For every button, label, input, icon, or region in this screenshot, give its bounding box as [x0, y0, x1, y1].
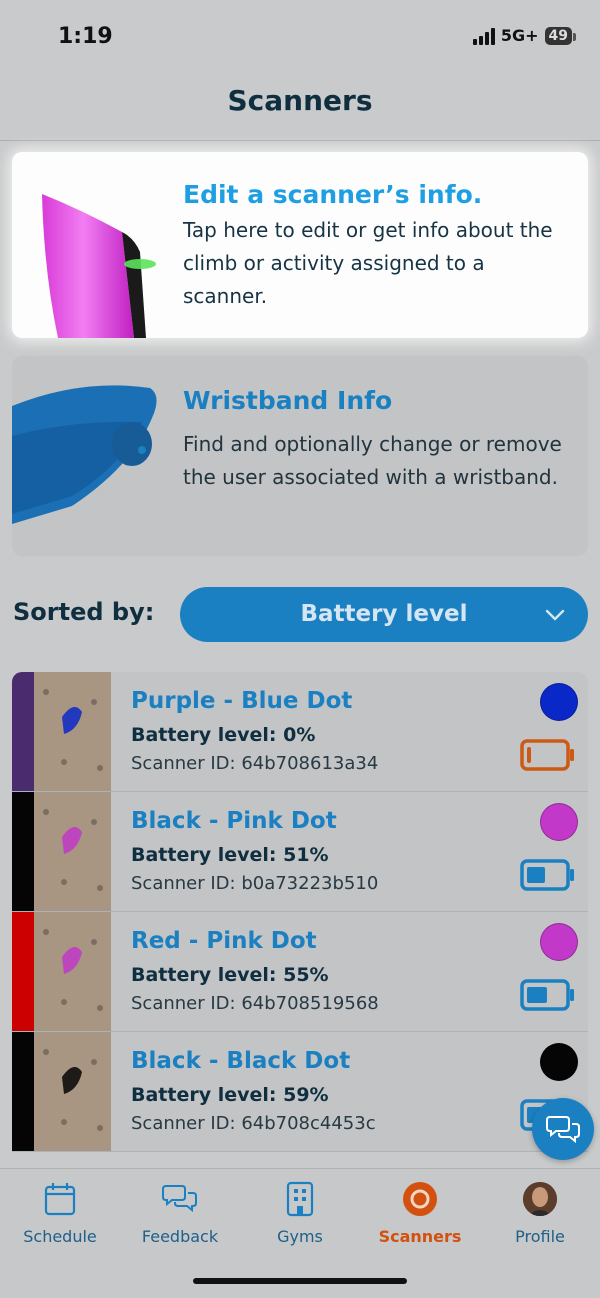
wristband-info-title: Wristband Info [183, 386, 393, 415]
signal-icon [472, 27, 495, 45]
battery-fill [527, 987, 547, 1003]
tab-feedback[interactable]: Feedback [120, 1179, 240, 1246]
scanner-id: Scanner ID: 64b708c4453c [131, 1113, 376, 1134]
color-dot [540, 803, 578, 841]
battery-fill [527, 867, 545, 883]
scanner-row[interactable]: Black - Black Dot Battery level: 59% Scann… [12, 1032, 588, 1152]
tab-label: Scanners [378, 1227, 462, 1246]
tab-label: Profile [515, 1227, 565, 1246]
wristband-info-card[interactable]: Wristband Info Find and optionally chang… [12, 356, 588, 556]
climb-photo [34, 1032, 111, 1151]
scanner-id: Scanner ID: b0a73223b510 [131, 873, 379, 894]
color-stripe [12, 1032, 34, 1151]
chat-bubbles-icon [546, 1116, 580, 1144]
edit-scanner-description: Tap here to edit or get info about the c… [183, 218, 553, 308]
header-divider [0, 140, 600, 141]
home-indicator [193, 1278, 407, 1284]
sort-selected-value: Battery level [300, 601, 468, 627]
network-type: 5G+ [500, 26, 539, 45]
status-indicators: 5G+ 49 [472, 26, 577, 45]
tab-label: Gyms [277, 1227, 323, 1246]
battery-level: Battery level: 0% [131, 724, 316, 746]
scanner-icon [403, 1182, 437, 1216]
status-time: 1:19 [58, 24, 113, 49]
battery-icon [520, 739, 574, 771]
battery-level: Battery level: 51% [131, 844, 329, 866]
battery-icon [520, 979, 574, 1011]
scanner-row[interactable]: Black - Pink Dot Battery level: 51% Scanne… [12, 792, 588, 912]
sort-dropdown[interactable]: Battery level [180, 587, 588, 642]
building-icon [286, 1181, 314, 1217]
battery-fill [527, 747, 531, 763]
scanner-device-illustration [42, 194, 156, 338]
wristband-illustration [12, 385, 157, 524]
color-stripe [12, 912, 34, 1031]
chat-bubbles-icon [162, 1185, 197, 1213]
status-bar: 1:19 5G+ 49 [0, 0, 600, 76]
edit-scanner-card[interactable]: Edit a scanner’s info. Tap here to edit … [12, 152, 588, 338]
battery-level: Battery level: 59% [131, 1084, 329, 1106]
edit-scanner-title: Edit a scanner’s info. [183, 180, 483, 209]
scanner-row[interactable]: Red - Pink Dot Battery level: 55% Scanner … [12, 912, 588, 1032]
scanner-row[interactable]: Purple - Blue Dot Battery level: 0% Scanne… [12, 672, 588, 792]
scanner-name: Black - Black Dot [131, 1048, 351, 1074]
tab-label: Schedule [23, 1227, 97, 1246]
color-dot [540, 923, 578, 961]
battery-status: 49 [544, 26, 577, 45]
color-dot [540, 1043, 578, 1081]
scanner-id: Scanner ID: 64b708613a34 [131, 753, 379, 774]
battery-icon [520, 859, 574, 891]
wristband-info-description: Find and optionally change or remove the… [183, 432, 562, 489]
sort-label: Sorted by: [13, 598, 155, 626]
climb-photo [34, 792, 111, 911]
avatar [523, 1182, 557, 1216]
scanner-list[interactable]: Purple - Blue Dot Battery level: 0% Scanne… [12, 672, 588, 1168]
tab-profile[interactable]: Profile [480, 1179, 600, 1246]
tab-label: Feedback [141, 1227, 219, 1246]
color-stripe [12, 672, 34, 791]
calendar-icon [44, 1183, 76, 1216]
scanner-name: Red - Pink Dot [131, 928, 317, 954]
scanner-name: Black - Pink Dot [131, 808, 337, 834]
color-stripe [12, 792, 34, 911]
tab-gyms[interactable]: Gyms [240, 1179, 360, 1246]
climb-photo [34, 912, 111, 1031]
tab-schedule[interactable]: Schedule [0, 1179, 120, 1246]
battery-level: Battery level: 55% [131, 964, 329, 986]
chevron-down-icon [545, 609, 565, 621]
color-dot [540, 683, 578, 721]
chat-support-button[interactable] [532, 1098, 594, 1160]
page-title: Scanners [227, 84, 373, 117]
scanner-id: Scanner ID: 64b708519568 [131, 993, 379, 1014]
tab-scanners[interactable]: Scanners [360, 1179, 480, 1246]
scanner-name: Purple - Blue Dot [131, 688, 353, 714]
climb-photo [34, 672, 111, 791]
